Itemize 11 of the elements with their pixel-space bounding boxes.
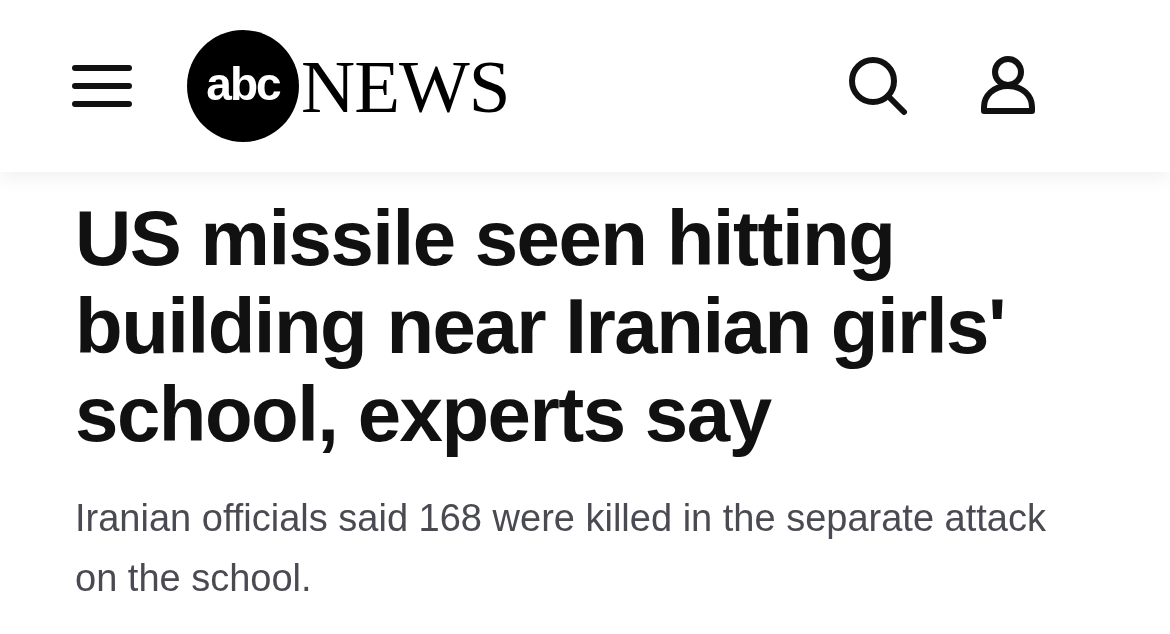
logo-wordmark: NEWS: [301, 48, 510, 124]
logo-link[interactable]: abc NEWS: [187, 30, 510, 142]
search-button[interactable]: [848, 56, 910, 116]
user-icon: [980, 55, 1036, 117]
menu-icon: [72, 65, 132, 107]
headline: US missile seen hitting building near Iranian girls' school, experts say: [75, 194, 1007, 458]
logo-mark: abc: [187, 30, 299, 142]
account-button[interactable]: [980, 55, 1036, 117]
search-icon: [848, 56, 910, 116]
summary: Iranian officials said 168 were killed in the separate attack on the school.: [75, 496, 1047, 601]
menu-button[interactable]: [72, 64, 132, 108]
